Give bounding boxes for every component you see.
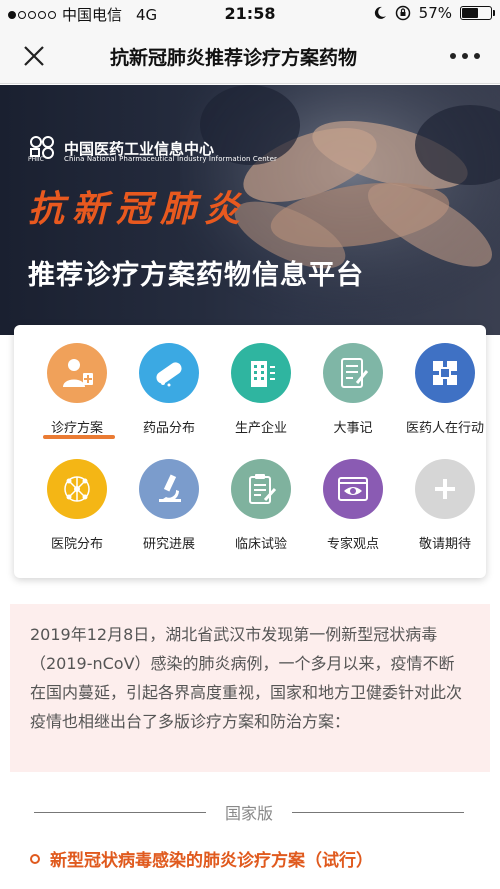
- pill-icon: [139, 343, 199, 403]
- network-icon: [47, 459, 107, 519]
- intro-text: 2019年12月8日，湖北省武汉市发现第一例新型冠状病毒（2019-nCoV）感…: [30, 625, 463, 731]
- more-icon[interactable]: [450, 44, 480, 68]
- moon-icon: [374, 6, 386, 19]
- checklist-icon: [323, 343, 383, 403]
- feature-grid-card: 诊疗方案 药品分布 生产企业 大事记 医药人在行动 医院分布 研究进展 临床试验…: [14, 325, 486, 578]
- org-name-en: China National Pharmaceutical Industry I…: [64, 155, 278, 163]
- grid-label: 专家观点: [326, 537, 379, 552]
- grid-item-pharma-action[interactable]: 医药人在行动: [398, 343, 492, 443]
- nav-bar: 抗新冠肺炎推荐诊疗方案药物: [0, 28, 500, 84]
- org-logo-text: PHIIC: [28, 156, 44, 163]
- banner-title-sub: 推荐诊疗方案药物信息平台: [28, 260, 364, 291]
- section-divider: 国家版: [34, 800, 464, 824]
- plan-link-text: 新型冠状病毒感染的肺炎诊疗方案（试行）: [50, 851, 373, 871]
- grid-label: 大事记: [333, 421, 373, 436]
- plan-link[interactable]: 新型冠状病毒感染的肺炎诊疗方案（试行）: [30, 846, 373, 871]
- grid-item-hospital-distribution[interactable]: 医院分布: [30, 459, 124, 559]
- grid-item-timeline[interactable]: 大事记: [306, 343, 400, 443]
- close-icon[interactable]: [20, 42, 48, 70]
- grid-label: 医院分布: [50, 537, 103, 552]
- grid-item-research-progress[interactable]: 研究进展: [122, 459, 216, 559]
- grid-label: 医药人在行动: [405, 421, 484, 436]
- doctor-icon: [47, 343, 107, 403]
- eye-icon: [323, 459, 383, 519]
- grid-label: 临床试验: [234, 537, 287, 552]
- grid-item-coming-soon[interactable]: 敬请期待: [398, 459, 492, 559]
- grid-item-expert-views[interactable]: 专家观点: [306, 459, 400, 559]
- grid-item-clinical-trials[interactable]: 临床试验: [214, 459, 308, 559]
- hero-banner: 中国医药工业信息中心 China National Pharmaceutical…: [0, 85, 500, 335]
- bullet-icon: [30, 853, 40, 864]
- battery-percent: 57%: [418, 4, 452, 22]
- page-title: 抗新冠肺炎推荐诊疗方案药物: [110, 47, 358, 69]
- status-bar: 中国电信 4G 21:58 57%: [0, 0, 500, 28]
- hands-icon: [415, 343, 475, 403]
- battery-icon: [460, 6, 495, 20]
- grid-label: 药品分布: [142, 421, 195, 436]
- rotation-lock-icon: [395, 5, 410, 21]
- grid-item-manufacturers[interactable]: 生产企业: [214, 343, 308, 443]
- plus-icon: [415, 459, 475, 519]
- grid-item-drug-distribution[interactable]: 药品分布: [122, 343, 216, 443]
- grid-label: 研究进展: [142, 537, 195, 552]
- intro-panel: 2019年12月8日，湖北省武汉市发现第一例新型冠状病毒（2019-nCoV）感…: [10, 604, 490, 772]
- grid-label: 诊疗方案: [50, 421, 103, 436]
- active-tab-indicator: [43, 435, 115, 439]
- microscope-icon: [139, 459, 199, 519]
- clipboard-icon: [231, 459, 291, 519]
- grid-item-treatment-plan[interactable]: 诊疗方案: [30, 343, 124, 443]
- building-icon: [231, 343, 291, 403]
- status-right: 57%: [373, 4, 495, 22]
- grid-label: 敬请期待: [418, 537, 471, 552]
- grid-label: 生产企业: [234, 421, 287, 436]
